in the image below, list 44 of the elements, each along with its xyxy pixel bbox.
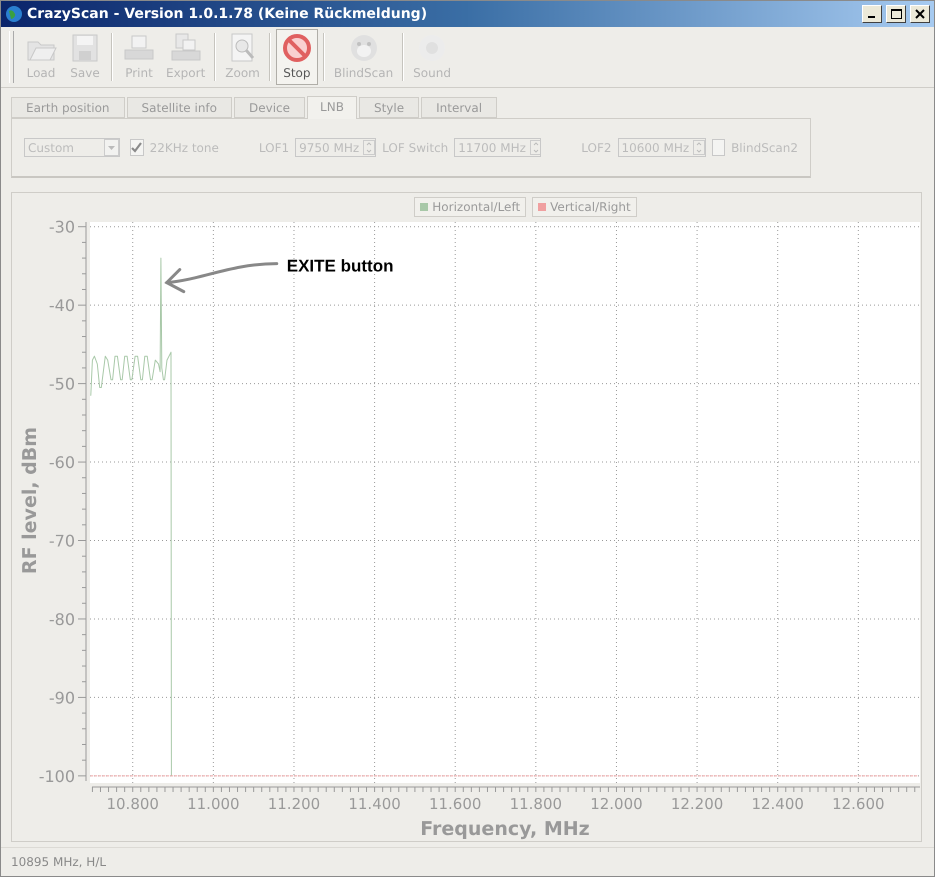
y-tick-label: -80 — [48, 610, 75, 629]
close-button[interactable] — [910, 5, 930, 23]
y-tick-label: -50 — [48, 374, 75, 394]
x-tick-label: 12.000 — [590, 794, 643, 813]
legend-item[interactable]: Horizontal/Left — [414, 196, 526, 217]
x-tick-label: 11.800 — [510, 794, 562, 813]
status-text: 10895 MHz, H/L — [11, 855, 106, 869]
x-tick-label: 12.600 — [832, 794, 885, 813]
y-tick-label: -40 — [48, 296, 75, 316]
toolbar-button[interactable]: Stop — [276, 29, 318, 85]
x-tick-label: 11.000 — [187, 794, 240, 813]
y-tick-label: -70 — [48, 531, 75, 550]
minimize-button[interactable] — [862, 5, 882, 23]
spin-arrows-icon[interactable] — [363, 140, 376, 155]
x-tick-label: 11.600 — [428, 794, 482, 813]
x-tick-label: 11.200 — [268, 794, 320, 813]
tab[interactable]: Style — [358, 97, 420, 118]
maximize-icon — [890, 9, 902, 19]
legend-swatch — [538, 202, 546, 211]
x-axis-title: Frequency, MHz — [420, 818, 590, 840]
y-axis-title: RF level, dBm — [19, 426, 41, 574]
x-tick-label: 12.400 — [751, 794, 804, 813]
spin-arrows-icon[interactable] — [530, 140, 540, 155]
legend-swatch — [420, 202, 428, 211]
y-tick-label: -90 — [48, 688, 75, 708]
globe-icon — [5, 5, 23, 23]
tab[interactable]: Earth position — [11, 97, 125, 118]
spin-arrows-icon[interactable] — [693, 140, 705, 155]
tab[interactable]: Device — [234, 97, 306, 118]
x-tick-label: 10.800 — [106, 794, 159, 813]
y-tick-label: -60 — [48, 452, 75, 472]
annotation-text: EXITE button — [286, 256, 394, 276]
tab[interactable]: LNB — [307, 96, 357, 119]
window-title: CrazyScan - Version 1.0.1.78 (Keine Rückmeldung) — [27, 6, 428, 22]
close-icon — [915, 9, 925, 19]
legend-item[interactable]: Vertical/Right — [532, 196, 637, 217]
x-tick-label: 12.200 — [670, 794, 724, 813]
tab[interactable]: Interval — [421, 97, 498, 118]
tab[interactable]: Satellite info — [126, 97, 232, 118]
x-tick-label: 11.400 — [348, 794, 401, 813]
y-tick-label: -30 — [48, 218, 75, 237]
check-icon — [131, 142, 142, 153]
maximize-button[interactable] — [886, 5, 906, 23]
y-tick-label: -100 — [38, 766, 75, 786]
